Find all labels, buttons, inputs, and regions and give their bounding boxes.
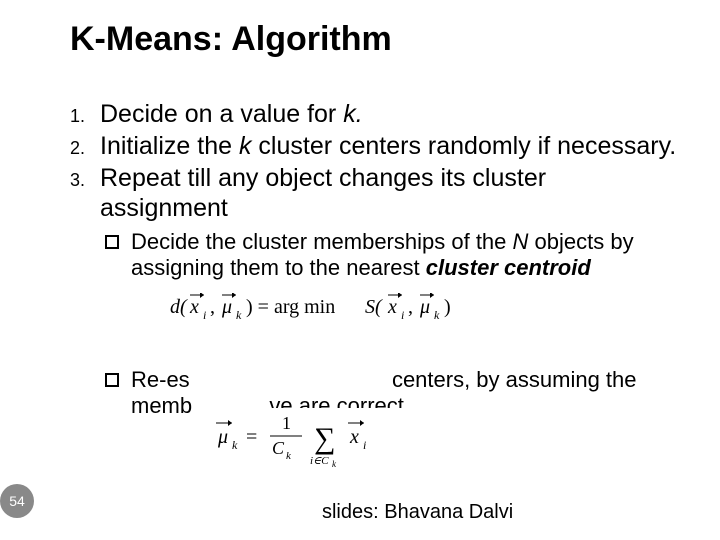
- svg-text:C: C: [272, 438, 285, 458]
- step-1-text: Decide on a value for k.: [100, 99, 680, 129]
- step-2-b: cluster centers randomly if necessary.: [251, 132, 676, 160]
- svg-text:=: =: [246, 426, 257, 448]
- sub-item-a: Decide the cluster memberships of the N …: [105, 229, 680, 282]
- step-1-k: k.: [343, 100, 362, 128]
- formula-centroid: μ k = 1 C k ∑ i∈C k x i: [216, 408, 416, 468]
- step-1: Decide on a value for k.: [70, 99, 680, 129]
- svg-text:μ: μ: [221, 296, 232, 318]
- sub-a-3: cluster centroid: [426, 255, 591, 280]
- svg-text:d(: d(: [170, 296, 188, 318]
- svg-text:,: ,: [210, 296, 215, 318]
- step-3-text: Repeat till any object changes its clust…: [100, 163, 680, 223]
- svg-text:i: i: [203, 308, 206, 322]
- step-1-a: Decide on a value for: [100, 100, 343, 128]
- svg-text:k: k: [434, 308, 440, 322]
- svg-text:x: x: [189, 296, 199, 318]
- svg-text:S(: S(: [365, 296, 383, 318]
- sub-a-N: N: [513, 229, 529, 254]
- sub-b-1: Re-es: [131, 367, 190, 392]
- svg-text:k: k: [236, 308, 242, 322]
- slide-credit: slides: Bhavana Dalvi: [322, 501, 513, 524]
- svg-text:x: x: [349, 426, 359, 448]
- step-2-text: Initialize the k cluster centers randoml…: [100, 131, 680, 161]
- svg-text:): ): [444, 296, 451, 318]
- numbered-list: Decide on a value for k. Initialize the …: [70, 99, 680, 223]
- svg-text:k: k: [232, 438, 238, 452]
- slide-content: Decide on a value for k. Initialize the …: [70, 99, 680, 420]
- formula-distance: d( x i , μ k ) = arg min S( x i , μ k ): [170, 293, 490, 325]
- slide-number-badge: 54: [0, 484, 34, 518]
- slide-title: K-Means: Algorithm: [70, 20, 680, 59]
- svg-text:i: i: [363, 438, 366, 452]
- sub-a-text: Decide the cluster memberships of the N …: [131, 229, 680, 282]
- checkbox-icon: [105, 373, 119, 387]
- svg-text:k: k: [286, 450, 292, 462]
- step-2-a: Initialize the: [100, 132, 239, 160]
- svg-text:i∈C: i∈C: [310, 455, 329, 467]
- svg-text:1: 1: [282, 413, 291, 433]
- slide: K-Means: Algorithm Decide on a value for…: [0, 0, 720, 540]
- step-3: Repeat till any object changes its clust…: [70, 163, 680, 223]
- svg-text:μ: μ: [217, 426, 228, 448]
- svg-text:,: ,: [408, 296, 413, 318]
- checkbox-icon: [105, 235, 119, 249]
- svg-text:μ: μ: [419, 296, 430, 318]
- sub-a-1: Decide the cluster memberships of the: [131, 229, 513, 254]
- slide-number: 54: [9, 493, 25, 509]
- step-2: Initialize the k cluster centers randoml…: [70, 131, 680, 161]
- svg-text:x: x: [387, 296, 397, 318]
- svg-text:) = arg min: ) = arg min: [246, 296, 335, 318]
- svg-text:k: k: [332, 459, 337, 468]
- svg-text:i: i: [401, 308, 404, 322]
- svg-text:∑: ∑: [314, 422, 335, 455]
- step-2-k: k: [239, 132, 252, 160]
